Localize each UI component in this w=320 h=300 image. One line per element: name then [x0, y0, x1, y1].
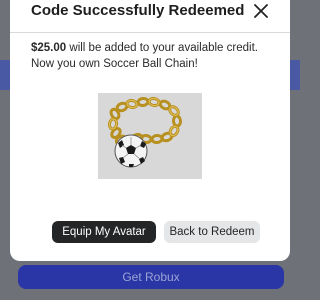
get-robux-button[interactable]: Get Robux — [18, 265, 284, 289]
credit-message: will be added to your available credit. — [66, 42, 258, 54]
redeem-message: $25.00 will be added to your available c… — [31, 40, 281, 72]
back-to-redeem-button[interactable]: Back to Redeem — [164, 221, 260, 243]
equip-avatar-button[interactable]: Equip My Avatar — [52, 221, 156, 243]
modal-title: Code Successfully Redeemed — [31, 2, 245, 19]
item-owned-message: Now you own Soccer Ball Chain! — [31, 58, 198, 70]
modal-header: Code Successfully Redeemed — [10, 0, 290, 30]
header-divider — [10, 32, 290, 33]
redeem-success-modal: Code Successfully Redeemed $25.00 will b… — [10, 0, 290, 261]
background-panel-left — [0, 60, 10, 90]
credit-amount: $25.00 — [31, 42, 67, 54]
close-icon[interactable] — [250, 0, 272, 22]
background-panel-right — [290, 60, 300, 90]
soccer-ball-chain-image — [98, 93, 202, 179]
